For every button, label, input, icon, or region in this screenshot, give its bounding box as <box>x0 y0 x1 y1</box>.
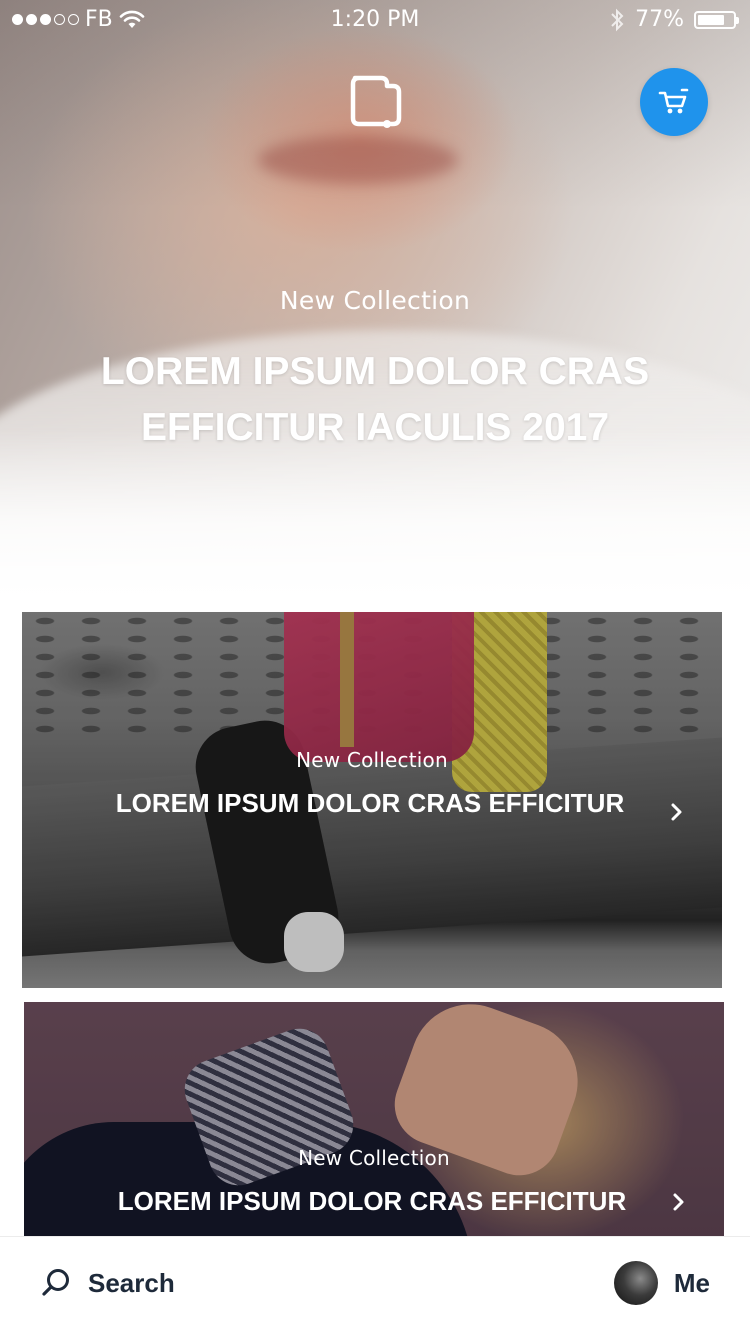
status-bar: FB 1:20 PM 77% <box>0 0 750 40</box>
tab-me[interactable]: Me <box>613 1261 710 1305</box>
card-title: LOREM IPSUM DOLOR CRAS EFFICITUR <box>117 1186 627 1216</box>
avatar <box>613 1261 658 1305</box>
collection-card[interactable]: New Collection LOREM IPSUM DOLOR CRAS EF… <box>22 612 722 988</box>
shopping-bag-logo-icon[interactable] <box>343 68 409 134</box>
bottom-tab-bar: Search Me <box>0 1236 750 1335</box>
battery-icon <box>694 10 739 29</box>
hero-subtitle: New Collection <box>279 286 471 315</box>
tab-search-label: Search <box>88 1267 175 1298</box>
chevron-right-icon[interactable] <box>668 1192 688 1212</box>
card-subtitle: New Collection <box>298 1146 450 1170</box>
search-icon <box>42 1269 69 1296</box>
battery-fill <box>698 14 725 25</box>
battery-percent: 77% <box>635 7 684 32</box>
tab-me-label: Me <box>673 1267 710 1298</box>
cart-icon <box>658 88 689 114</box>
bluetooth-icon <box>611 8 624 31</box>
card-title: LOREM IPSUM DOLOR CRAS EFFICITUR <box>115 788 625 818</box>
tab-search[interactable]: Search <box>40 1267 175 1299</box>
cart-button[interactable] <box>640 68 708 136</box>
card-subtitle: New Collection <box>296 748 448 772</box>
hero-title: LOREM IPSUM DOLOR CRAS EFFICITUR IACULIS… <box>100 350 650 449</box>
status-bar-right: 77% <box>609 7 739 32</box>
collection-card[interactable]: New Collection LOREM IPSUM DOLOR CRAS EF… <box>24 1002 724 1242</box>
chevron-right-icon[interactable] <box>666 802 686 822</box>
